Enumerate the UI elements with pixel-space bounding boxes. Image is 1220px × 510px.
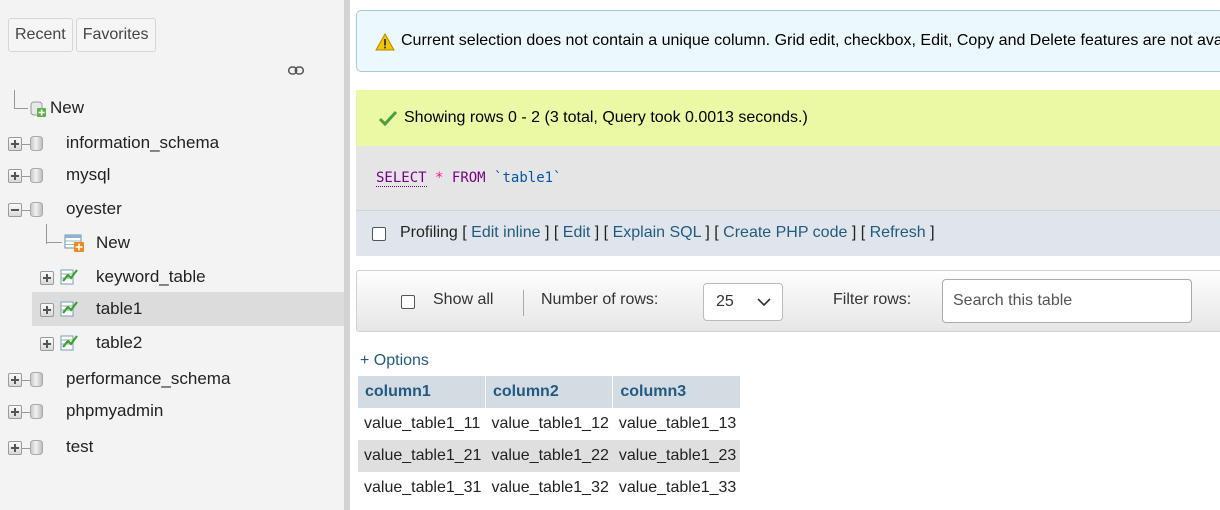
table-cell: value_table1_31 — [358, 472, 486, 504]
tree-item-label: oyester — [66, 199, 122, 218]
table-cell: value_table1_32 — [485, 472, 613, 504]
filter-rows-input[interactable] — [942, 279, 1192, 323]
separator — [523, 290, 524, 316]
number-of-rows-label: Number of rows: — [541, 291, 659, 308]
warning-icon — [375, 33, 395, 51]
show-all-label[interactable]: Show all — [433, 291, 493, 309]
chevron-down-icon — [757, 298, 771, 307]
table-icon — [60, 301, 78, 317]
table-row: value_table1_31 value_table1_32 value_ta… — [358, 472, 741, 504]
column-header-column2[interactable]: column2 — [485, 376, 614, 408]
sql-star: * — [435, 170, 444, 186]
panel-resize-handle[interactable] — [344, 0, 350, 510]
expand-icon[interactable] — [8, 169, 22, 183]
sql-keyword-from: FROM — [451, 170, 486, 186]
expand-icon[interactable] — [8, 405, 22, 419]
tree-item-new-table[interactable]: New — [0, 226, 344, 260]
filter-rows-label: Filter rows: — [833, 291, 912, 308]
table-cell: value_table1_21 — [358, 440, 486, 472]
recent-favorites-tabs: Recent Favorites — [8, 18, 156, 52]
expand-icon[interactable] — [40, 337, 54, 351]
tree-item-label: table2 — [96, 333, 143, 352]
tree-item-table1[interactable]: table1 — [32, 292, 344, 326]
database-icon — [30, 404, 43, 419]
tree-item-label: New — [50, 98, 85, 117]
expand-icon[interactable] — [8, 373, 22, 387]
collapse-icon[interactable] — [8, 203, 22, 217]
tree-item-label: New — [96, 233, 131, 252]
database-icon — [30, 202, 43, 217]
rows-per-page-value: 25 — [716, 293, 734, 310]
table-cell: value_table1_22 — [485, 440, 613, 472]
checkmark-icon — [378, 110, 398, 126]
sql-query-box: SELECT * FROM `table1` — [356, 146, 1220, 210]
tree-item-new[interactable]: New — [0, 92, 344, 126]
success-text: Showing rows 0 - 2 (3 total, Query took … — [404, 109, 808, 126]
options-link[interactable]: + Options — [360, 352, 429, 370]
tree-item-table2[interactable]: table2 — [0, 326, 344, 360]
column-header-column1[interactable]: column1 — [358, 376, 486, 408]
sql-keyword-select[interactable]: SELECT — [376, 170, 427, 187]
show-all-checkbox[interactable] — [401, 295, 415, 309]
table-header-row: column1 column2 column3 — [358, 376, 741, 408]
table-row: value_table1_21 value_table1_22 value_ta… — [358, 440, 741, 472]
results-navigation-bar: Show all Number of rows: 25 Filter rows: — [356, 270, 1220, 332]
sql-table-name: `table1` — [494, 170, 562, 186]
tree-item-phpmyadmin[interactable]: phpmyadmin — [0, 394, 344, 428]
tree-item-mysql[interactable]: mysql — [0, 158, 344, 192]
column-header-column3[interactable]: column3 — [612, 376, 741, 408]
profiling-checkbox[interactable] — [372, 227, 386, 241]
tree-item-label: keyword_table — [96, 267, 206, 286]
table-cell: value_table1_13 — [612, 408, 741, 440]
main-panel: Current selection does not contain a uni… — [356, 0, 1220, 510]
warning-notice: Current selection does not contain a uni… — [356, 10, 1220, 72]
tree-item-test[interactable]: test — [0, 430, 344, 464]
navigation-panel: Recent Favorites New information_schema … — [0, 0, 344, 510]
edit-link[interactable]: Edit — [563, 224, 591, 241]
table-row: value_table1_11 value_table1_12 value_ta… — [358, 408, 741, 440]
warning-text: Current selection does not contain a uni… — [401, 32, 1220, 49]
tree-item-label: performance_schema — [66, 369, 231, 388]
tree-item-label: test — [66, 437, 94, 456]
profiling-label: Profiling — [400, 224, 458, 241]
tree-item-label: information_schema — [66, 133, 220, 152]
refresh-link[interactable]: Refresh — [870, 224, 926, 241]
profiling-line: Profiling [ Edit inline ] [ Edit ] [ Exp… — [400, 224, 935, 241]
tree-item-label: phpmyadmin — [66, 401, 164, 420]
tree-item-performance-schema[interactable]: performance_schema — [0, 362, 344, 396]
edit-inline-link[interactable]: Edit inline — [471, 224, 540, 241]
success-message: Showing rows 0 - 2 (3 total, Query took … — [356, 90, 1220, 146]
tree-item-oyester[interactable]: oyester — [0, 192, 344, 226]
favorites-button[interactable]: Favorites — [75, 18, 156, 52]
rows-per-page-select[interactable]: 25 — [703, 283, 783, 321]
database-icon — [30, 136, 43, 151]
expand-icon[interactable] — [8, 441, 22, 455]
sql-options-bar: Profiling [ Edit inline ] [ Edit ] [ Exp… — [356, 210, 1220, 256]
explain-sql-link[interactable]: Explain SQL — [613, 224, 701, 241]
table-cell: value_table1_33 — [612, 472, 741, 504]
table-cell: value_table1_23 — [612, 440, 741, 472]
new-database-icon — [30, 101, 46, 117]
results-table: column1 column2 column3 value_table1_11 … — [358, 376, 741, 504]
tree-item-information-schema[interactable]: information_schema — [0, 126, 344, 160]
tree-item-keyword-table[interactable]: keyword_table — [0, 260, 344, 294]
database-icon — [30, 168, 43, 183]
database-icon — [30, 372, 43, 387]
expand-icon[interactable] — [40, 303, 54, 317]
table-cell: value_table1_12 — [485, 408, 613, 440]
create-php-code-link[interactable]: Create PHP code — [723, 224, 847, 241]
table-icon — [60, 335, 78, 351]
table-cell: value_table1_11 — [358, 408, 486, 440]
table-icon — [60, 269, 78, 285]
expand-icon[interactable] — [40, 271, 54, 285]
tree-item-label: mysql — [66, 165, 111, 184]
recent-button[interactable]: Recent — [8, 18, 73, 52]
new-table-icon — [64, 234, 84, 252]
tree-item-label: table1 — [96, 299, 143, 318]
database-icon — [30, 440, 43, 455]
link-with-main-panel-icon[interactable] — [288, 66, 304, 75]
sql-query: SELECT * FROM `table1` — [376, 170, 562, 187]
expand-icon[interactable] — [8, 137, 22, 151]
